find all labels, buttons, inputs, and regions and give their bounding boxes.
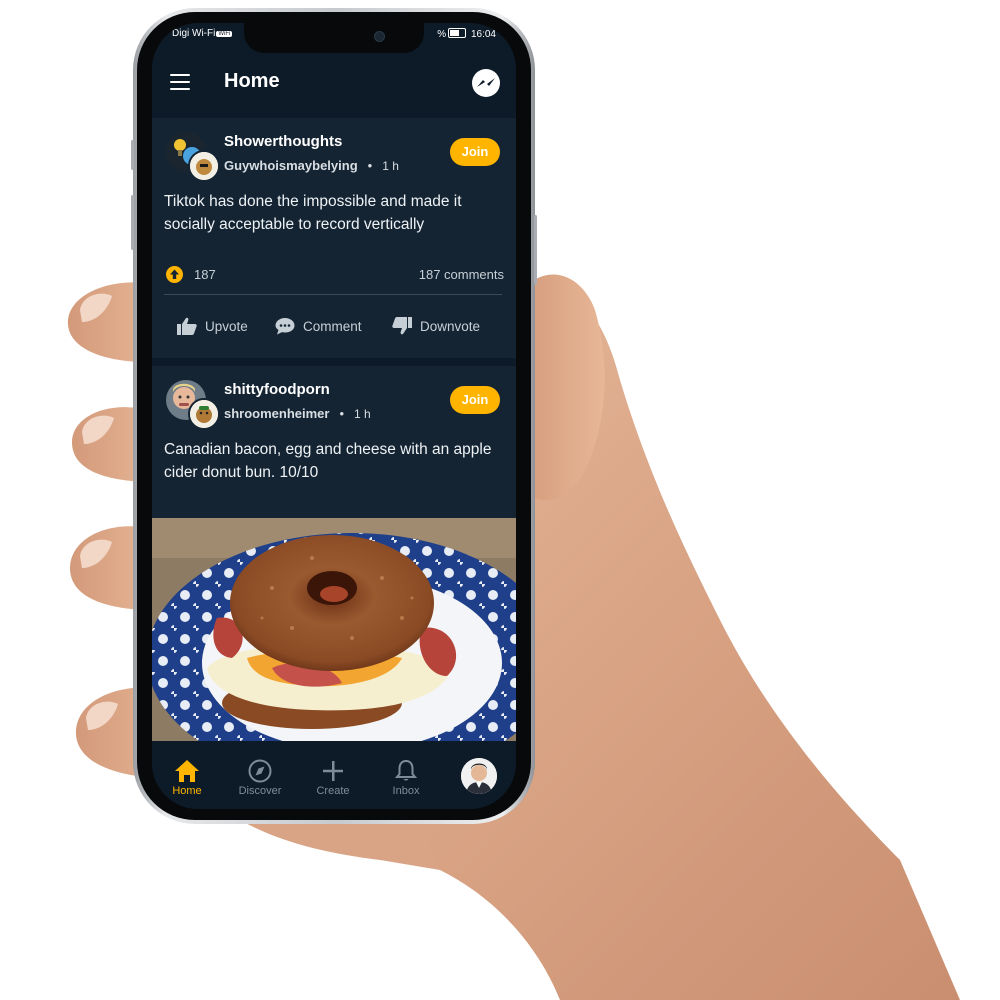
nav-inbox[interactable]: Inbox — [376, 759, 436, 797]
post-avatars — [166, 380, 220, 430]
nav-home-label: Home — [172, 785, 202, 797]
page-title: Home — [224, 70, 280, 92]
nav-discover[interactable]: Discover — [230, 759, 290, 797]
post-meta: Guywhoismaybelying • 1 h — [224, 158, 399, 173]
comment-button[interactable]: Comment — [275, 314, 362, 338]
comment-label: Comment — [303, 318, 362, 334]
bell-icon — [394, 759, 418, 781]
app-bar: Home — [152, 55, 516, 113]
wifi-icon: WiFi — [216, 31, 233, 37]
username[interactable]: shroomenheimer — [224, 406, 329, 421]
battery-percent-label: % — [437, 29, 447, 40]
post-title[interactable]: Tiktok has done the impossible and made … — [164, 190, 508, 236]
subreddit-name[interactable]: Showerthoughts — [224, 133, 342, 150]
user-avatar[interactable] — [188, 398, 220, 430]
post-image[interactable] — [152, 518, 516, 741]
volume-button — [131, 195, 134, 250]
vote-count: 187 — [194, 267, 216, 282]
nav-home[interactable]: Home — [157, 759, 217, 797]
username[interactable]: Guywhoismaybelying — [224, 158, 358, 173]
post-age: 1 h — [354, 407, 371, 421]
post-age: 1 h — [382, 159, 399, 173]
hamburger-menu-icon[interactable] — [170, 74, 190, 90]
upvote-button[interactable]: Upvote — [177, 314, 248, 338]
post-avatars — [166, 132, 220, 182]
battery-icon — [448, 28, 467, 38]
post-title[interactable]: Canadian bacon, egg and cheese with an a… — [164, 438, 508, 484]
post-actions: Upvote Comment Downvote — [152, 314, 516, 338]
post-meta: shroomenheimer • 1 h — [224, 406, 371, 421]
thumbs-up-icon — [177, 317, 197, 335]
divider — [164, 294, 502, 295]
post-card[interactable]: shittyfoodporn shroomenheimer • 1 h Join C… — [152, 366, 516, 741]
separator-dot: • — [367, 158, 373, 173]
phone-screen: Digi Wi-Fi WiFi % 16:04 Home Showerthough… — [152, 23, 516, 809]
join-button[interactable]: Join — [450, 386, 500, 414]
subreddit-name[interactable]: shittyfoodporn — [224, 381, 330, 398]
power-button — [534, 215, 537, 285]
nav-discover-label: Discover — [238, 785, 282, 797]
comment-bubble-icon — [275, 318, 295, 335]
thumbs-down-icon — [392, 317, 412, 335]
nav-inbox-label: Inbox — [392, 785, 420, 797]
upvote-arrow-icon — [166, 266, 183, 283]
comment-count[interactable]: 187 comments — [419, 267, 504, 282]
join-button[interactable]: Join — [450, 138, 500, 166]
notch — [244, 23, 424, 53]
separator-dot: • — [339, 406, 345, 421]
carrier-name: Digi Wi-Fi — [172, 28, 216, 39]
messenger-icon[interactable] — [470, 67, 502, 99]
profile-avatar[interactable] — [461, 758, 497, 794]
nav-create-label: Create — [316, 785, 350, 797]
post-card[interactable]: Showerthoughts Guywhoismaybelying • 1 h Jo… — [152, 118, 516, 358]
bottom-navigation: Home Discover Create Inbox — [152, 745, 516, 809]
volume-button — [131, 140, 134, 170]
upvote-label: Upvote — [205, 318, 248, 334]
clock: 16:04 — [470, 29, 496, 40]
plus-icon — [323, 761, 343, 781]
home-icon — [175, 760, 199, 782]
vote-row: 187 187 comments — [164, 265, 504, 285]
user-avatar[interactable] — [188, 150, 220, 182]
downvote-button[interactable]: Downvote — [392, 314, 480, 338]
nav-create[interactable]: Create — [303, 759, 363, 797]
compass-icon — [248, 759, 272, 783]
front-camera — [374, 31, 385, 42]
downvote-label: Downvote — [420, 318, 481, 334]
